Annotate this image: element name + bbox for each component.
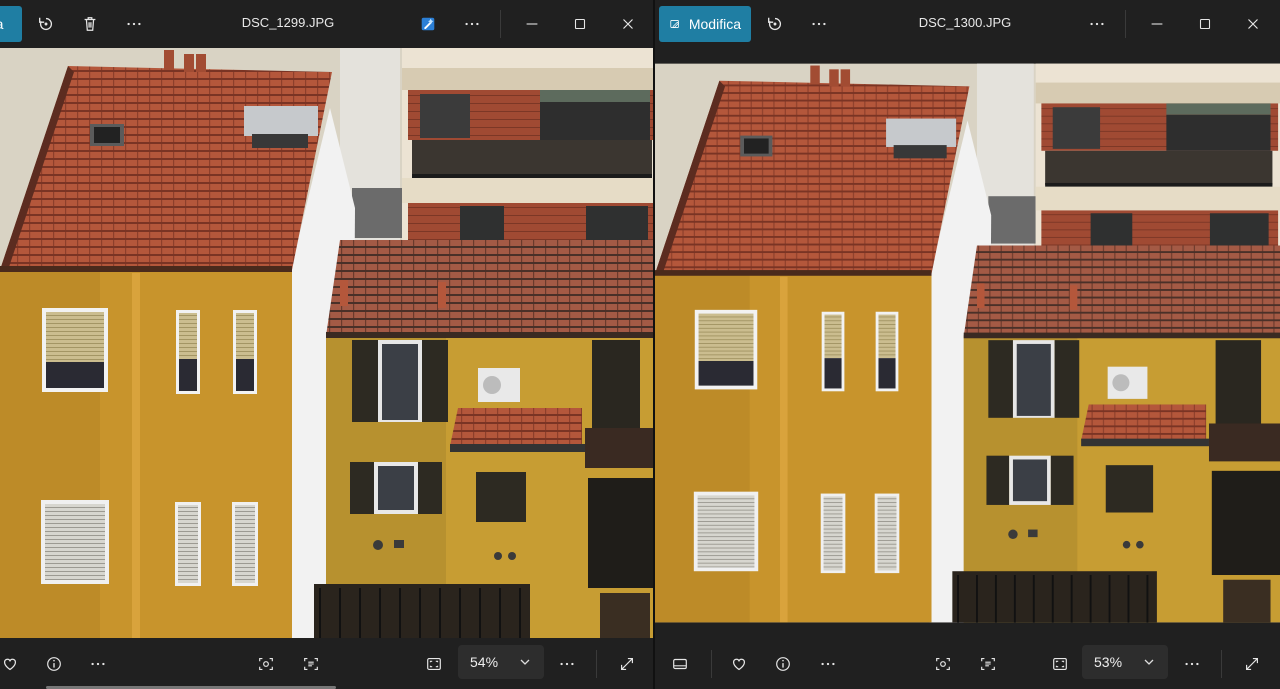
toolbar-divider (1125, 10, 1126, 38)
more-options-button[interactable] (803, 8, 835, 40)
more-zoom-options-button[interactable] (551, 648, 583, 680)
photo-editor-button[interactable] (412, 8, 444, 40)
right-viewer-window: Modifica DSC_1300.JPG 53% (655, 0, 1280, 689)
info-button[interactable] (38, 648, 70, 680)
more-icon (127, 22, 141, 26)
maximize-icon (574, 18, 586, 30)
visual-search-button[interactable] (250, 648, 282, 680)
chevron-down-icon (1144, 659, 1154, 665)
scan-text-icon (304, 658, 318, 670)
toolbar-divider (500, 10, 501, 38)
edit-button-label: ca (0, 16, 3, 32)
more-options-button-2[interactable] (1081, 8, 1113, 40)
zoom-value: 53% (1094, 654, 1123, 670)
close-button[interactable] (612, 8, 644, 40)
scan-text-icon (981, 658, 995, 670)
photo-dsc-1299[interactable] (0, 48, 653, 638)
bottom-toolbar-left: 54% (0, 638, 653, 689)
fit-to-window-icon (427, 658, 441, 670)
zoom-dropdown[interactable]: 53% (1082, 645, 1168, 679)
more-icon (812, 22, 826, 26)
more-options-bottom-button[interactable] (82, 648, 114, 680)
favorite-button[interactable] (0, 648, 26, 680)
trash-icon (84, 17, 96, 31)
more-icon (560, 662, 574, 666)
rotate-icon (39, 17, 52, 31)
left-viewer-window: ca DSC_1299.JPG (0, 0, 653, 689)
minimize-button[interactable] (1141, 8, 1173, 40)
rotate-icon (768, 17, 781, 31)
fullscreen-icon (621, 658, 633, 670)
filmstrip-button[interactable] (664, 648, 696, 680)
fullscreen-button[interactable] (611, 648, 643, 680)
info-icon (776, 657, 790, 671)
info-button[interactable] (767, 648, 799, 680)
bottom-toolbar-right: 53% (655, 638, 1280, 689)
visual-search-button[interactable] (927, 648, 959, 680)
more-options-button[interactable] (118, 8, 150, 40)
fullscreen-icon (1246, 658, 1258, 670)
visual-search-icon (259, 658, 273, 670)
rotate-button[interactable] (30, 8, 62, 40)
fit-to-window-button[interactable] (418, 648, 450, 680)
edit-image-icon (670, 20, 679, 28)
zoom-value: 54% (470, 654, 499, 670)
minimize-icon (526, 23, 538, 25)
edit-button[interactable]: ca (0, 6, 22, 42)
maximize-button[interactable] (564, 8, 596, 40)
title-bar-left: ca DSC_1299.JPG (0, 0, 653, 48)
maximize-button[interactable] (1189, 8, 1221, 40)
edit-button-label: Modifica (688, 16, 741, 32)
more-options-bottom-button[interactable] (812, 648, 844, 680)
fit-to-window-icon (1053, 658, 1067, 670)
title-bar-right: Modifica DSC_1300.JPG (655, 0, 1280, 48)
toolbar-divider (1221, 650, 1222, 678)
delete-button[interactable] (74, 8, 106, 40)
favorite-button[interactable] (723, 648, 755, 680)
minimize-button[interactable] (516, 8, 548, 40)
toolbar-divider (596, 650, 597, 678)
visual-search-icon (936, 658, 950, 670)
fullscreen-button[interactable] (1236, 648, 1268, 680)
info-icon (47, 657, 61, 671)
more-zoom-options-button[interactable] (1176, 648, 1208, 680)
text-recognition-button[interactable] (972, 648, 1004, 680)
more-options-button-2[interactable] (456, 8, 488, 40)
heart-icon (732, 658, 746, 671)
photo-dsc-1300[interactable] (655, 48, 1280, 638)
close-button[interactable] (1237, 8, 1269, 40)
toolbar-divider (711, 650, 712, 678)
more-icon (1090, 22, 1104, 26)
fit-to-window-button[interactable] (1044, 648, 1076, 680)
more-icon (821, 662, 835, 666)
close-icon (623, 19, 633, 29)
zoom-dropdown[interactable]: 54% (458, 645, 544, 679)
chevron-down-icon (520, 659, 530, 665)
heart-icon (3, 658, 17, 671)
maximize-icon (1199, 18, 1211, 30)
edit-button[interactable]: Modifica (659, 6, 751, 42)
more-icon (1185, 662, 1199, 666)
more-icon (91, 662, 105, 666)
text-recognition-button[interactable] (295, 648, 327, 680)
rotate-button[interactable] (759, 8, 791, 40)
minimize-icon (1151, 23, 1163, 25)
filmstrip-icon (673, 658, 687, 670)
file-name: DSC_1300.JPG (918, 15, 1012, 30)
close-icon (1248, 19, 1258, 29)
photo-image (655, 48, 1280, 638)
more-icon (465, 22, 479, 26)
photo-image (0, 48, 653, 638)
photo-editor-icon (421, 17, 435, 31)
file-name: DSC_1299.JPG (241, 15, 335, 30)
